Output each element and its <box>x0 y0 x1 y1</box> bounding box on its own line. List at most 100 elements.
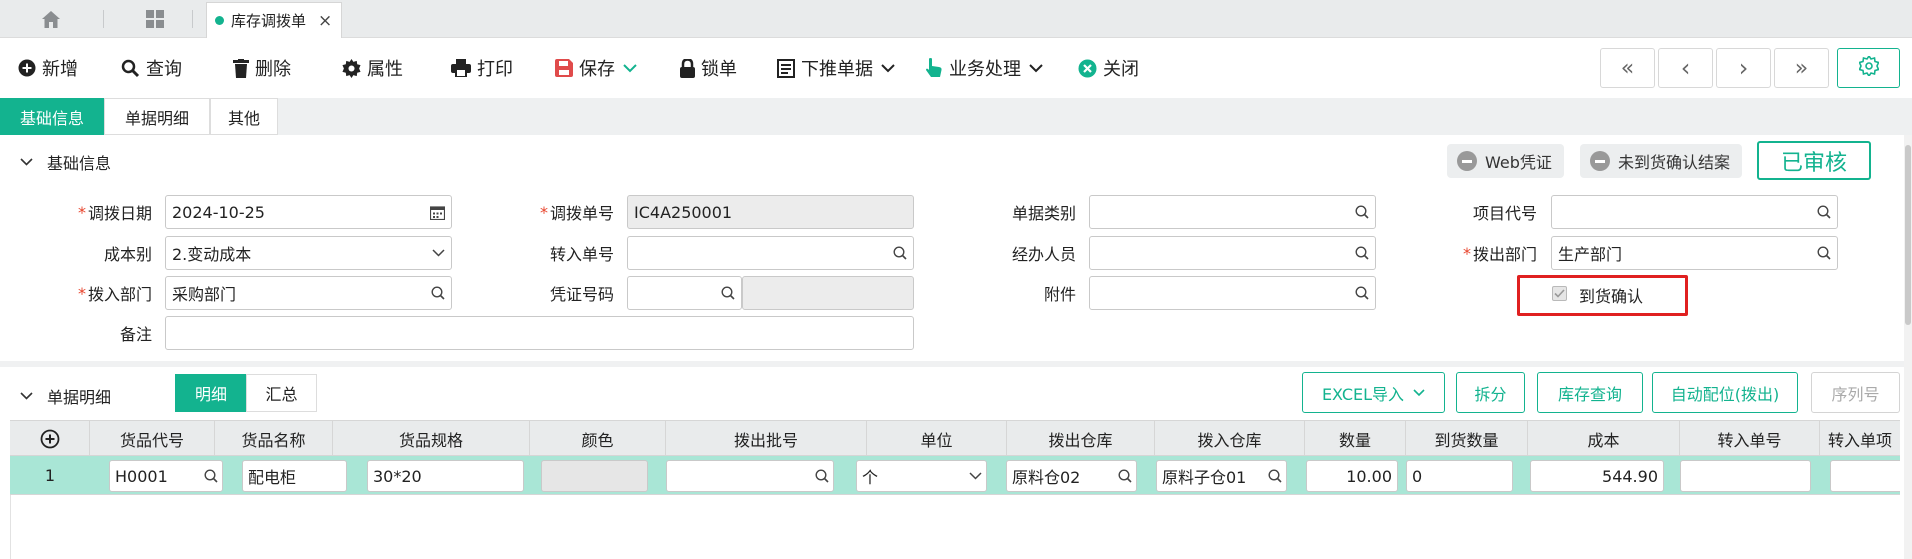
column-header-in-item[interactable]: 转入单项 <box>1820 421 1900 457</box>
arrived-qty-cell[interactable]: 0 <box>1406 460 1513 492</box>
unit-select[interactable]: 个 <box>856 460 987 492</box>
serial-no-button[interactable]: 序列号 <box>1811 372 1900 413</box>
settings-button[interactable] <box>1837 48 1900 88</box>
in-dept-label: * 拨入部门 <box>40 276 152 310</box>
business-process-button[interactable]: 业务处理 <box>925 38 1043 98</box>
cost-cell[interactable]: 544.90 <box>1530 460 1664 492</box>
batch-cell[interactable] <box>666 460 834 492</box>
cost-type-select[interactable]: 2.变动成本 <box>165 236 452 270</box>
calendar-icon[interactable] <box>430 196 445 228</box>
save-button[interactable]: 保存 <box>555 38 637 98</box>
in-no-cell[interactable] <box>1680 460 1811 492</box>
not-arrived-close-button[interactable]: 未到货确认结案 <box>1580 144 1743 178</box>
tab-basic-info[interactable]: 基础信息 <box>0 98 104 135</box>
column-header-item-name[interactable]: 货品名称 <box>215 421 333 457</box>
delete-button[interactable]: 删除 <box>233 38 291 98</box>
search-icon[interactable] <box>1817 196 1831 228</box>
transfer-no-field[interactable]: IC4A250001 <box>627 195 914 229</box>
chevron-down-icon[interactable] <box>623 63 637 73</box>
add-circle-icon <box>40 429 59 449</box>
home-icon[interactable] <box>36 0 66 38</box>
column-header-item-code[interactable]: 货品代号 <box>90 421 215 457</box>
detail-section-header[interactable]: 单据明细 <box>20 384 111 408</box>
handler-field[interactable] <box>1089 236 1376 270</box>
search-icon[interactable] <box>1268 461 1282 491</box>
chevron-down-icon <box>20 392 33 400</box>
arrival-confirm-checkbox[interactable] <box>1552 286 1567 301</box>
close-tab-icon[interactable]: × <box>318 11 332 31</box>
close-circle-icon <box>1078 59 1097 78</box>
chevron-down-icon[interactable] <box>432 237 445 269</box>
push-down-button[interactable]: 下推单据 <box>777 38 895 98</box>
search-icon[interactable] <box>431 277 445 309</box>
tab-document-detail[interactable]: 单据明细 <box>104 98 210 135</box>
column-header-unit[interactable]: 单位 <box>867 421 1007 457</box>
column-header-color[interactable]: 颜色 <box>530 421 666 457</box>
search-icon[interactable] <box>1355 237 1369 269</box>
project-code-field[interactable] <box>1551 195 1838 229</box>
vertical-scrollbar[interactable] <box>1904 135 1912 559</box>
column-header-in-warehouse[interactable]: 拨入仓库 <box>1155 421 1305 457</box>
add-row-button[interactable] <box>10 421 90 457</box>
voucher-no-field[interactable] <box>627 276 742 310</box>
web-voucher-button[interactable]: Web凭证 <box>1447 144 1564 178</box>
item-name-cell[interactable]: 配电柜 <box>242 460 347 492</box>
excel-import-button[interactable]: EXCEL导入 <box>1302 372 1445 413</box>
out-warehouse-cell[interactable]: 原料仓02 <box>1006 460 1137 492</box>
in-warehouse-cell[interactable]: 原料子仓01 <box>1156 460 1287 492</box>
search-icon[interactable] <box>721 277 735 309</box>
column-header-arrived-qty[interactable]: 到货数量 <box>1406 421 1528 457</box>
column-header-cost[interactable]: 成本 <box>1528 421 1680 457</box>
cost-type-label: 成本别 <box>40 236 152 270</box>
lock-button[interactable]: 锁单 <box>680 38 737 98</box>
search-icon[interactable] <box>1355 196 1369 228</box>
search-icon[interactable] <box>893 237 907 269</box>
voucher-no-label: 凭证号码 <box>500 276 614 310</box>
query-button[interactable]: 查询 <box>121 38 182 98</box>
close-button[interactable]: 关闭 <box>1078 38 1139 98</box>
in-item-cell[interactable] <box>1830 460 1900 492</box>
transfer-date-field[interactable]: 2024-10-25 <box>165 195 452 229</box>
out-dept-field[interactable]: 生产部门 <box>1551 236 1838 270</box>
search-icon[interactable] <box>1355 277 1369 309</box>
tab-detail[interactable]: 明细 <box>175 374 247 412</box>
table-row[interactable]: 1 H0001 配电柜 30*20 个 原料仓02 原料子仓01 10.00 0… <box>10 456 1900 495</box>
doc-type-field[interactable] <box>1089 195 1376 229</box>
item-code-cell[interactable]: H0001 <box>109 460 223 492</box>
search-icon[interactable] <box>1817 237 1831 269</box>
attachment-field[interactable] <box>1089 276 1376 310</box>
column-header-batch[interactable]: 拨出批号 <box>666 421 867 457</box>
first-record-button[interactable]: « <box>1600 48 1655 88</box>
grid-apps-icon[interactable] <box>140 0 170 38</box>
next-record-button[interactable]: › <box>1716 48 1771 88</box>
chevron-down-icon[interactable] <box>1029 63 1043 73</box>
column-header-out-warehouse[interactable]: 拨出仓库 <box>1007 421 1155 457</box>
search-icon[interactable] <box>815 461 829 491</box>
basic-info-section-header[interactable]: 基础信息 <box>20 150 111 174</box>
chevron-down-icon[interactable] <box>881 63 895 73</box>
print-button[interactable]: 打印 <box>451 38 513 98</box>
properties-button[interactable]: 属性 <box>342 38 403 98</box>
auto-allocate-button[interactable]: 自动配位(拨出) <box>1652 372 1798 413</box>
scrollbar-thumb[interactable] <box>1905 145 1911 325</box>
transfer-in-no-field[interactable] <box>627 236 914 270</box>
column-header-qty[interactable]: 数量 <box>1305 421 1406 457</box>
qty-cell[interactable]: 10.00 <box>1306 460 1398 492</box>
new-button[interactable]: 新增 <box>18 38 78 98</box>
spec-cell[interactable]: 30*20 <box>367 460 524 492</box>
prev-record-button[interactable]: ‹ <box>1658 48 1713 88</box>
tab-other[interactable]: 其他 <box>210 98 278 135</box>
search-icon[interactable] <box>1118 461 1132 491</box>
column-header-spec[interactable]: 货品规格 <box>333 421 530 457</box>
remark-field[interactable] <box>165 316 914 350</box>
last-record-button[interactable]: » <box>1774 48 1829 88</box>
in-dept-field[interactable]: 采购部门 <box>165 276 452 310</box>
search-icon <box>121 59 140 78</box>
tab-inventory-transfer[interactable]: 库存调拨单 × <box>206 2 342 38</box>
column-header-in-no[interactable]: 转入单号 <box>1680 421 1820 457</box>
search-icon[interactable] <box>204 461 218 491</box>
tab-summary[interactable]: 汇总 <box>246 374 317 412</box>
chevron-down-icon[interactable] <box>969 461 982 491</box>
stock-query-button[interactable]: 库存查询 <box>1537 372 1643 413</box>
split-button[interactable]: 拆分 <box>1456 372 1525 413</box>
